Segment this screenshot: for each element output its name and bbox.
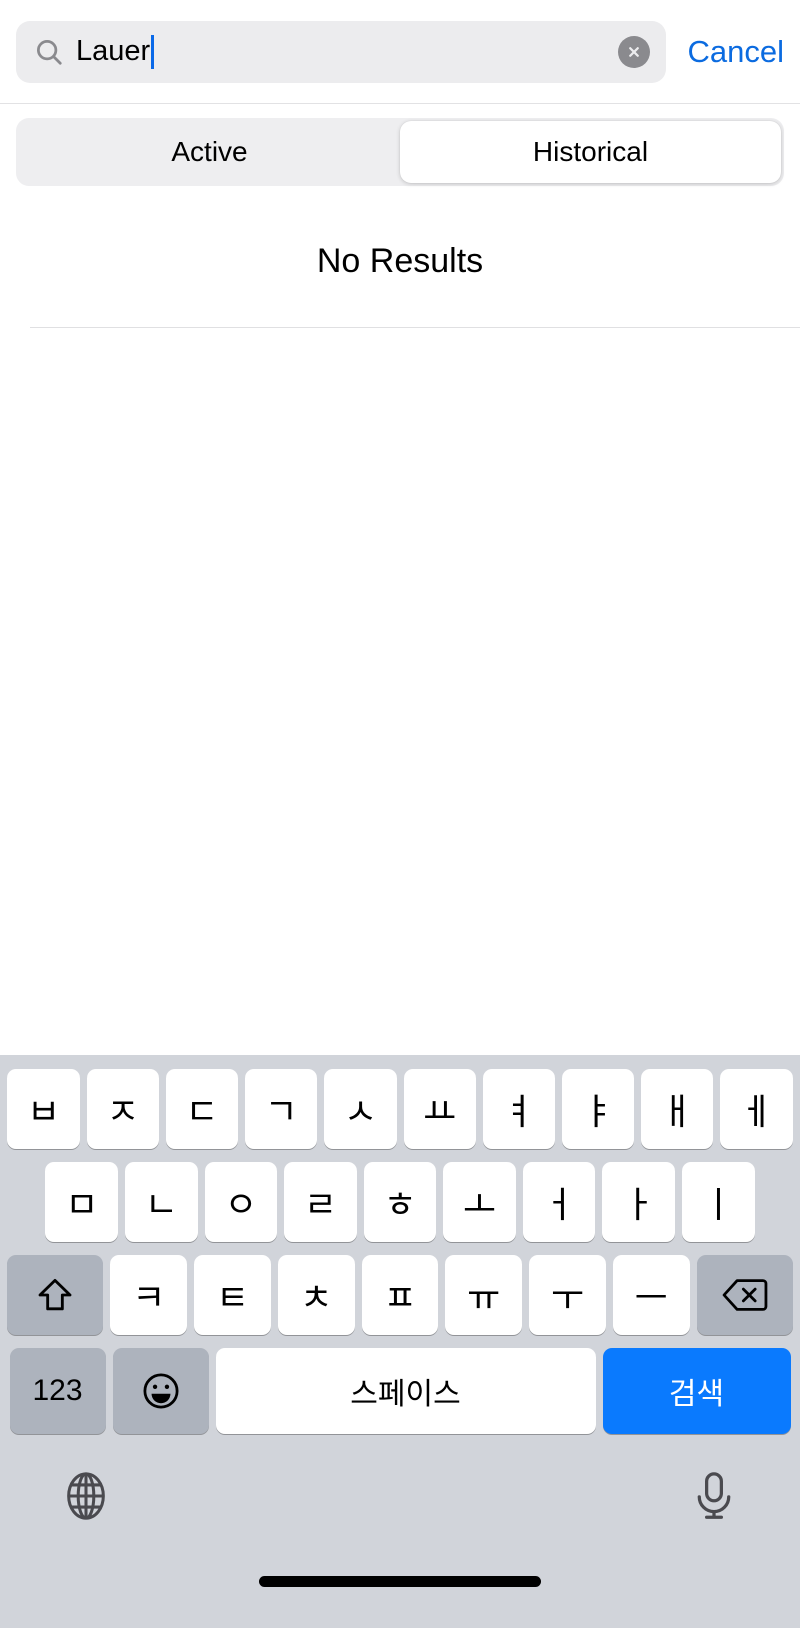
- microphone-icon: [688, 1470, 740, 1527]
- key-digeut[interactable]: ㄷ: [165, 1069, 239, 1149]
- key-yu[interactable]: ㅠ: [445, 1255, 523, 1335]
- keyboard-row-2: ㅁ ㄴ ㅇ ㄹ ㅎ ㅗ ㅓ ㅏ ㅣ: [0, 1162, 800, 1242]
- backspace-key[interactable]: [696, 1255, 793, 1335]
- key-giyeok[interactable]: ㄱ: [245, 1069, 318, 1149]
- home-indicator-container: [0, 1562, 800, 1628]
- shift-icon: [35, 1275, 75, 1315]
- key-ae[interactable]: ㅐ: [641, 1069, 714, 1149]
- keyboard-row-1: ㅂ ㅈ ㄷ ㄱ ㅅ ㅛ ㅕ ㅑ ㅐ ㅔ: [0, 1069, 800, 1149]
- globe-key[interactable]: [60, 1470, 112, 1527]
- text-cursor: [151, 34, 155, 69]
- key-o[interactable]: ㅗ: [443, 1162, 516, 1242]
- segment-historical[interactable]: Historical: [400, 121, 781, 183]
- emoji-icon: [140, 1370, 182, 1412]
- search-input[interactable]: Lauer: [16, 20, 666, 83]
- segmented-control-container: Active Historical: [0, 104, 800, 198]
- key-yo[interactable]: ㅛ: [403, 1069, 476, 1149]
- key-yeo[interactable]: ㅕ: [482, 1069, 555, 1149]
- key-chieut[interactable]: ㅊ: [277, 1255, 355, 1335]
- emoji-key[interactable]: [112, 1348, 209, 1434]
- key-tieut[interactable]: ㅌ: [194, 1255, 271, 1335]
- shift-key[interactable]: [7, 1255, 104, 1335]
- key-hieut[interactable]: ㅎ: [363, 1162, 437, 1242]
- search-bar: Lauer Cancel: [0, 0, 800, 104]
- key-kieuk[interactable]: ㅋ: [110, 1255, 188, 1335]
- numbers-key[interactable]: 123: [9, 1348, 106, 1434]
- backspace-icon: [722, 1277, 768, 1313]
- key-mieum[interactable]: ㅁ: [45, 1162, 119, 1242]
- key-rieul[interactable]: ㄹ: [284, 1162, 357, 1242]
- results-area: No Results: [0, 198, 800, 1055]
- korean-keyboard: ㅂ ㅈ ㄷ ㄱ ㅅ ㅛ ㅕ ㅑ ㅐ ㅔ ㅁ ㄴ ㅇ ㄹ ㅎ ㅗ ㅓ ㅏ ㅣ ㅋ …: [0, 1055, 800, 1628]
- search-text-wrap: Lauer: [76, 21, 618, 83]
- keyboard-row-3: ㅋ ㅌ ㅊ ㅍ ㅠ ㅜ ㅡ: [0, 1255, 800, 1335]
- home-indicator[interactable]: [259, 1576, 541, 1587]
- key-eu[interactable]: ㅡ: [612, 1255, 690, 1335]
- key-e[interactable]: ㅔ: [720, 1069, 793, 1149]
- key-pieup[interactable]: ㅍ: [361, 1255, 439, 1335]
- dictation-key[interactable]: [688, 1470, 740, 1527]
- key-bieup[interactable]: ㅂ: [7, 1069, 80, 1149]
- results-empty-space: [0, 328, 800, 1055]
- key-eo[interactable]: ㅓ: [522, 1162, 596, 1242]
- segment-active[interactable]: Active: [19, 121, 400, 183]
- keyboard-row-4: 123 스페이스 검색: [0, 1348, 800, 1434]
- globe-icon: [60, 1470, 112, 1527]
- key-siot[interactable]: ㅅ: [324, 1069, 397, 1149]
- key-u[interactable]: ㅜ: [529, 1255, 606, 1335]
- space-key[interactable]: 스페이스: [215, 1348, 596, 1434]
- segmented-control: Active Historical: [16, 118, 784, 186]
- key-ya[interactable]: ㅑ: [561, 1069, 635, 1149]
- key-i[interactable]: ㅣ: [681, 1162, 755, 1242]
- key-nieun[interactable]: ㄴ: [125, 1162, 198, 1242]
- key-ieung[interactable]: ㅇ: [204, 1162, 278, 1242]
- clear-search-button[interactable]: [617, 35, 650, 68]
- search-value: Lauer: [76, 35, 151, 67]
- no-results-label: No Results: [316, 242, 484, 280]
- search-icon: [34, 37, 64, 67]
- key-jieut[interactable]: ㅈ: [86, 1069, 159, 1149]
- key-a[interactable]: ㅏ: [602, 1162, 675, 1242]
- screen: Lauer Cancel Active Historical No Result…: [0, 0, 800, 1628]
- search-enter-key[interactable]: 검색: [602, 1348, 791, 1434]
- keyboard-bottom-bar: [0, 1434, 800, 1562]
- cancel-button[interactable]: Cancel: [688, 34, 785, 70]
